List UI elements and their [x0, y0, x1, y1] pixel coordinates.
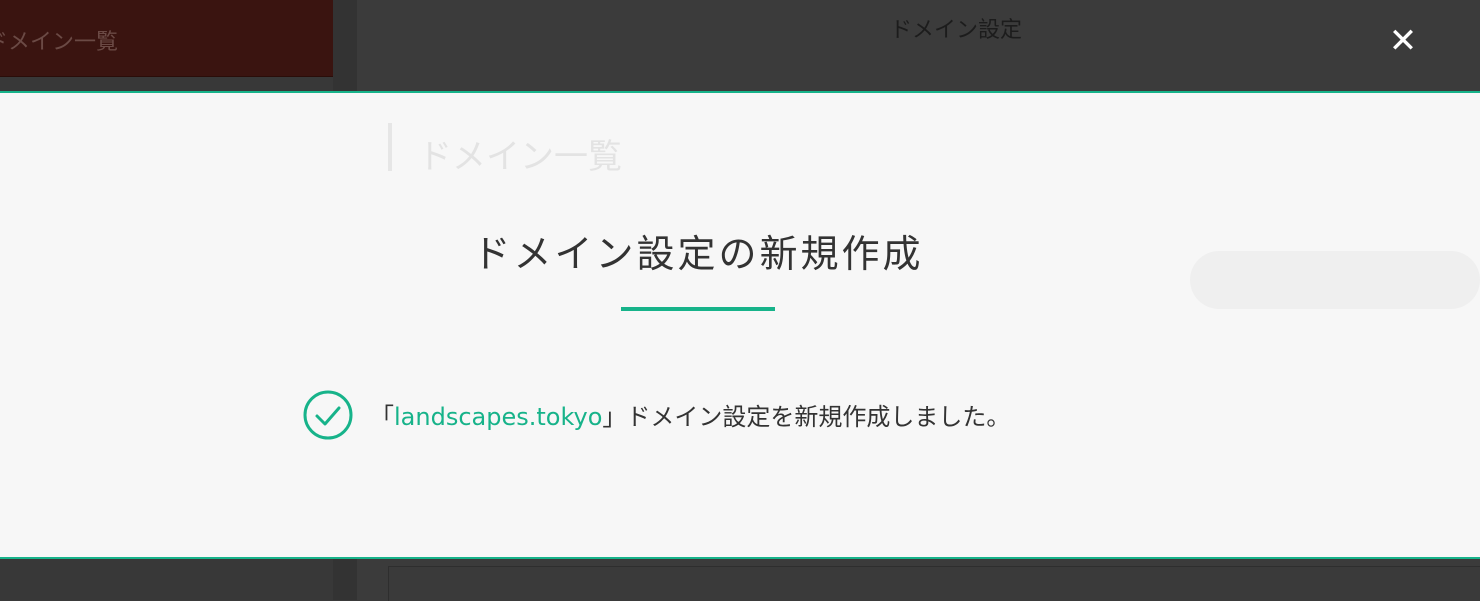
page-title: ドメイン設定 [890, 18, 1023, 43]
content-panel [388, 566, 1480, 601]
heading-accent-bar [388, 123, 392, 171]
check-circle-icon [303, 390, 353, 440]
success-message: 「landscapes.tokyo」ドメイン設定を新規作成しました。 [370, 397, 1010, 432]
modal-title: ドメイン設定の新規作成 [472, 232, 924, 276]
title-underline [621, 307, 775, 311]
close-icon[interactable]: ✕ [1386, 24, 1420, 58]
domain-link[interactable]: landscapes.tokyo [394, 403, 602, 431]
message-suffix: 」ドメイン設定を新規作成しました。 [602, 403, 1011, 431]
sidebar-item-domain-list[interactable]: ドメイン一覧 [0, 0, 333, 77]
message-prefix: 「 [370, 403, 394, 431]
sidebar-item-label: ドメイン一覧 [0, 30, 119, 55]
section-heading: ドメイン一覧 [418, 137, 622, 177]
success-modal: ドメイン一覧 ドメイン設定の新規作成 「landscapes.tokyo」ドメイ… [0, 91, 1480, 559]
